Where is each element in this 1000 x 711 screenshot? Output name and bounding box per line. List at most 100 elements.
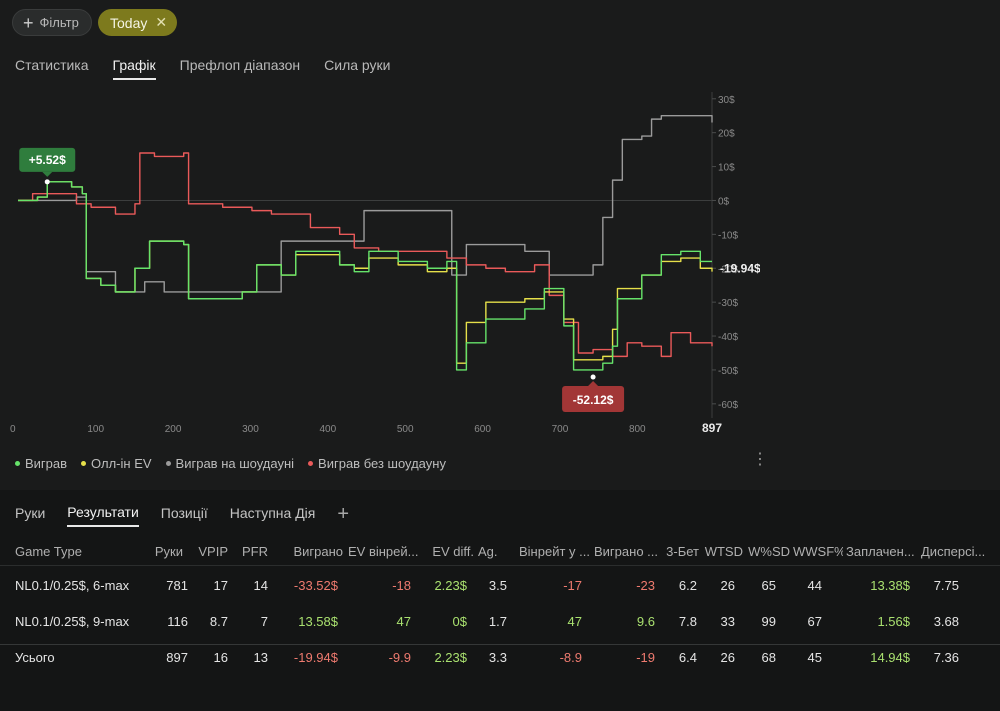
x-tick-label: 200 [165, 424, 182, 435]
graph-panel: + Фільтр Today ✕ Статистика Графік Префл… [0, 0, 1000, 490]
min-callout-label: -52.12$ [573, 393, 614, 407]
x-tick-label: 700 [552, 424, 569, 435]
tab-preflop-range[interactable]: Префлоп діапазон [180, 57, 300, 80]
add-filter-label: Фільтр [39, 15, 79, 30]
cell-wwsf: 45 [807, 650, 822, 665]
cell-won-2: -19 [636, 650, 655, 665]
cell-ag: 1.7 [488, 614, 507, 629]
cell-game-type: Усього [15, 650, 55, 665]
cell-hands: 781 [166, 578, 188, 593]
cell-ag: 3.5 [488, 578, 507, 593]
cell-vpip: 17 [213, 578, 228, 593]
col-header-pfr[interactable]: PFR [232, 542, 268, 562]
series-line [18, 115, 713, 293]
cell-vpip: 8.7 [209, 614, 228, 629]
profit-chart: 30$20$10$0$-10$-20$-30$-40$-50$-60$0 100 2… [10, 92, 760, 435]
y-tick-label: -60$ [718, 400, 738, 411]
min-marker [590, 374, 596, 380]
tab-hand-strength[interactable]: Сила руки [324, 57, 390, 80]
col-header-ev-diff[interactable]: EV diff. [425, 542, 474, 562]
col-header-paid[interactable]: Заплачен... [846, 542, 918, 562]
results-table: Game Type Руки VPIP PFR Виграно EV вінре… [0, 542, 1000, 674]
end-value-label: -19.94$ [720, 261, 760, 275]
series-line [18, 181, 713, 364]
cell-pfr: 13 [253, 650, 268, 665]
col-header-ag[interactable]: Ag. [478, 542, 510, 562]
tab-next-action[interactable]: Наступна Дія [230, 505, 316, 526]
plus-icon: + [23, 12, 34, 33]
legend-label-allin-ev: Олл-ін EV [91, 456, 152, 471]
x-tick-label: 400 [319, 424, 336, 435]
max-marker [44, 179, 50, 185]
col-header-3bet[interactable]: 3-Бет [663, 542, 699, 562]
legend-item-allin-ev[interactable]: Олл-ін EV [81, 456, 152, 471]
col-header-won-2[interactable]: Виграно ... [594, 542, 660, 562]
col-header-ev-winrate[interactable]: EV вінрей... [348, 542, 424, 562]
legend-item-showdown[interactable]: Виграв на шоудауні [165, 456, 294, 471]
close-icon[interactable]: ✕ [155, 14, 167, 31]
cell-3bet: 6.2 [678, 578, 697, 593]
col-header-wsd[interactable]: W%SD [747, 542, 790, 562]
y-tick-label: -40$ [718, 332, 738, 343]
col-header-variance[interactable]: Дисперсі... [921, 542, 989, 562]
table-total-row[interactable]: Усього 897 16 13 -19.94$ -9.9 2.23$ 3.3 -8.9 -19 6… [0, 638, 1000, 674]
x-tick-label: 0 [10, 424, 16, 435]
y-tick-label: 20$ [718, 129, 735, 140]
tab-positions[interactable]: Позиції [161, 505, 208, 526]
cell-wtsd: 26 [720, 650, 735, 665]
cell-wsd: 68 [761, 650, 776, 665]
x-tick-label: 300 [242, 424, 259, 435]
col-header-hands[interactable]: Руки [140, 542, 183, 562]
col-header-won[interactable]: Виграно [275, 542, 343, 562]
table-row[interactable]: NL0.1/0.25$, 6-max 781 17 14 -33.52$ -18 2.23$… [0, 566, 1000, 602]
cell-paid: 13.38$ [870, 578, 910, 593]
cell-won: -19.94$ [293, 650, 338, 665]
cell-wsd: 99 [761, 614, 776, 629]
add-tab-button[interactable]: + [337, 503, 349, 528]
col-header-wwsf[interactable]: WWSF% [793, 542, 843, 562]
filter-chip-label: Today [110, 14, 148, 31]
legend-item-won[interactable]: Виграв [15, 456, 67, 471]
x-tick-label: 800 [629, 424, 646, 435]
cell-game-type: NL0.1/0.25$, 9-max [15, 614, 130, 629]
col-header-winrate[interactable]: Вінрейт у ... [519, 542, 589, 562]
y-tick-label: 10$ [718, 163, 735, 174]
table-row[interactable]: NL0.1/0.25$, 9-max 116 8.7 7 13.58$ 47 0$ 1.7 47… [0, 602, 1000, 638]
cell-variance: 7.36 [933, 650, 959, 665]
legend-dot-won [15, 461, 20, 466]
cell-won: 13.58$ [298, 614, 338, 629]
col-header-game-type[interactable]: Game Type [15, 542, 135, 562]
cell-ev-winrate: 47 [396, 614, 411, 629]
tab-statistics[interactable]: Статистика [15, 57, 89, 80]
legend-item-non-showdown[interactable]: Виграв без шоудауну [308, 456, 446, 471]
legend-dot-allin-ev [81, 461, 87, 466]
more-options-icon[interactable]: ⋮ [752, 452, 768, 468]
cell-3bet: 6.4 [678, 650, 697, 665]
max-callout-label: +5.52$ [29, 153, 66, 167]
cell-ev-diff: 2.23$ [434, 578, 467, 593]
max-callout-pointer [42, 171, 53, 177]
top-tabs: Статистика Графік Префлоп діапазон Сила … [15, 57, 391, 80]
cell-won: -33.52$ [293, 578, 338, 593]
cell-wwsf: 67 [807, 614, 822, 629]
filter-chip-today[interactable]: Today ✕ [98, 9, 178, 36]
y-tick-label: -30$ [718, 298, 738, 309]
cell-hands: 116 [167, 614, 188, 629]
tab-hands[interactable]: Руки [15, 505, 45, 526]
tab-graph[interactable]: Графік [112, 57, 156, 80]
series-line [18, 152, 713, 358]
cell-paid: 1.56$ [877, 614, 910, 629]
col-header-vpip[interactable]: VPIP [190, 542, 228, 562]
chart-legend: Виграв Олл-ін EV Виграв на шоудауні Вигр… [15, 456, 446, 471]
cell-3bet: 7.8 [678, 614, 697, 629]
col-header-wtsd[interactable]: WTSD [703, 542, 743, 562]
y-tick-label: -10$ [718, 230, 738, 241]
cell-ev-diff: 2.23$ [434, 650, 467, 665]
cell-vpip: 16 [213, 650, 228, 665]
legend-dot-non-showdown [308, 461, 314, 466]
cell-variance: 7.75 [933, 578, 959, 593]
legend-label-non-showdown: Виграв без шоудауну [318, 456, 446, 471]
add-filter-button[interactable]: + Фільтр [12, 9, 92, 36]
tab-results[interactable]: Результати [67, 504, 139, 527]
x-tick-label: 600 [474, 424, 491, 435]
